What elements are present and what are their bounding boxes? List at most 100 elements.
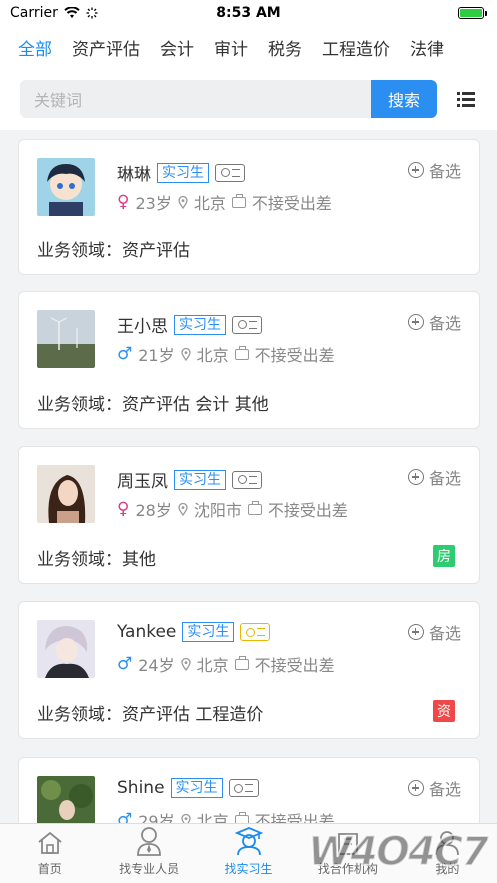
name-row: Yankee 实习生 [117, 622, 271, 642]
tab-home-label: 首页 [37, 862, 62, 876]
location-pin-icon [178, 502, 188, 516]
male-icon: ♂ [117, 344, 133, 364]
plus-circle-icon [407, 314, 424, 330]
intern-name: 琳琳 [117, 165, 151, 185]
tab-accounting[interactable]: 会计 [160, 35, 194, 60]
intern-city: 北京 [196, 346, 229, 365]
intern-age: 28岁 [135, 501, 172, 520]
search-input[interactable]: 关键词 [20, 80, 371, 118]
avatar [37, 465, 95, 523]
intern-card[interactable]: 琳琳 实习生 ♀ 23岁 北京 不接受出差 备选 业务领域：资产评估 [18, 139, 480, 275]
graduation-cap-icon [234, 827, 263, 856]
add-backup-button[interactable]: 备选 [407, 310, 461, 334]
search-button[interactable]: 搜索 [371, 80, 437, 118]
travel-preference: 不接受出差 [267, 501, 348, 520]
certificate-icon [215, 163, 245, 182]
info-row: ♂ 21岁 北京 不接受出差 [117, 342, 335, 366]
intern-age: 21岁 [138, 346, 175, 365]
name-row: 王小思 实习生 [117, 312, 262, 337]
intern-tag: 实习生 [182, 622, 235, 642]
intern-city: 北京 [193, 194, 226, 213]
name-row: Shine 实习生 [117, 778, 259, 798]
intern-name: Yankee [117, 622, 177, 642]
search-bar: 关键词 搜索 [0, 68, 497, 130]
tab-find-professionals-label: 找专业人员 [119, 862, 180, 876]
avatar [37, 158, 95, 216]
location-pin-icon [180, 347, 191, 361]
tab-find-interns[interactable]: 找实习生 [199, 824, 298, 883]
info-row: ♀ 23岁 北京 不接受出差 [117, 190, 332, 214]
backup-label: 备选 [428, 162, 461, 181]
tab-law[interactable]: 法律 [410, 35, 444, 60]
intern-card[interactable]: 王小思 实习生 ♂ 21岁 北京 不接受出差 备选 业务领域：资产评估 会计 其… [18, 291, 480, 429]
briefcase-icon [234, 655, 249, 670]
location-pin-icon [178, 195, 188, 209]
asset-badge: 资 [433, 700, 455, 722]
plus-circle-icon [407, 469, 424, 485]
location-pin-icon [180, 657, 191, 671]
intern-city: 沈阳市 [193, 501, 242, 520]
intern-city: 北京 [196, 656, 229, 675]
certificate-icon [232, 470, 262, 489]
briefcase-icon [234, 345, 249, 360]
travel-preference: 不接受出差 [251, 194, 332, 213]
add-backup-button[interactable]: 备选 [407, 620, 461, 644]
travel-preference: 不接受出差 [254, 656, 335, 675]
business-field: 业务领域：其他 [37, 550, 156, 570]
certificate-icon [228, 779, 259, 797]
intern-tag: 实习生 [174, 469, 226, 490]
intern-tag: 实习生 [174, 314, 226, 335]
avatar [37, 620, 95, 678]
female-icon: ♀ [117, 192, 130, 212]
intern-card[interactable]: 周玉凤 实习生 ♀ 28岁 沈阳市 不接受出差 备选 业务领域：其他 房 [18, 446, 480, 584]
person-icon [137, 827, 162, 856]
tab-asset-appraisal[interactable]: 资产评估 [72, 35, 140, 60]
business-field: 业务领域：资产评估 [37, 241, 190, 261]
home-icon [38, 831, 62, 854]
backup-label: 备选 [428, 780, 461, 799]
briefcase-icon [231, 193, 246, 208]
add-backup-button[interactable]: 备选 [407, 776, 461, 800]
watermark-logo: W4O4C7 [307, 828, 490, 876]
status-bar: Carrier 8:53 AM [0, 0, 497, 26]
intern-name: 周玉凤 [117, 472, 168, 492]
plus-circle-icon [407, 780, 424, 796]
business-field: 业务领域：资产评估 工程造价 [37, 705, 264, 725]
business-field: 业务领域：资产评估 会计 其他 [37, 395, 269, 415]
plus-circle-icon [407, 162, 424, 178]
tab-audit[interactable]: 审计 [214, 35, 248, 60]
tab-home[interactable]: 首页 [0, 824, 99, 883]
add-backup-button[interactable]: 备选 [407, 465, 461, 489]
house-badge: 房 [433, 545, 455, 567]
category-tabs: 全部 资产评估 会计 审计 税务 工程造价 法律 [0, 26, 497, 68]
intern-age: 24岁 [138, 656, 175, 675]
avatar [37, 310, 95, 368]
tab-all[interactable]: 全部 [18, 35, 52, 60]
info-row: ♂ 24岁 北京 不接受出差 [117, 652, 335, 676]
backup-label: 备选 [428, 624, 461, 643]
tab-construction-cost[interactable]: 工程造价 [322, 35, 390, 60]
backup-label: 备选 [428, 469, 461, 488]
bottom-tab-bar: 首页 找专业人员 找实习生 找合作机构 我的 W4O4C7 [0, 823, 497, 883]
intern-tag: 实习生 [157, 162, 209, 183]
certificate-icon [232, 315, 262, 334]
tab-find-interns-label: 找实习生 [224, 862, 273, 876]
travel-preference: 不接受出差 [254, 346, 335, 365]
intern-name: Shine [117, 778, 165, 798]
intern-tag: 实习生 [170, 778, 223, 798]
briefcase-icon [247, 500, 262, 515]
tab-find-professionals[interactable]: 找专业人员 [99, 824, 198, 883]
info-row: ♀ 28岁 沈阳市 不接受出差 [117, 497, 348, 521]
list-view-icon[interactable] [457, 91, 475, 107]
clock: 8:53 AM [216, 5, 281, 21]
male-icon: ♂ [117, 654, 133, 674]
name-row: 周玉凤 实习生 [117, 467, 262, 492]
add-backup-button[interactable]: 备选 [407, 158, 461, 182]
battery-icon [458, 7, 487, 19]
plus-circle-icon [407, 624, 424, 640]
intern-card[interactable]: Yankee 实习生 ♂ 24岁 北京 不接受出差 备选 业务领域：资产评估 工… [18, 601, 480, 739]
name-row: 琳琳 实习生 [117, 160, 245, 185]
certificate-icon [240, 623, 271, 641]
tab-tax[interactable]: 税务 [268, 35, 302, 60]
intern-age: 23岁 [135, 194, 172, 213]
